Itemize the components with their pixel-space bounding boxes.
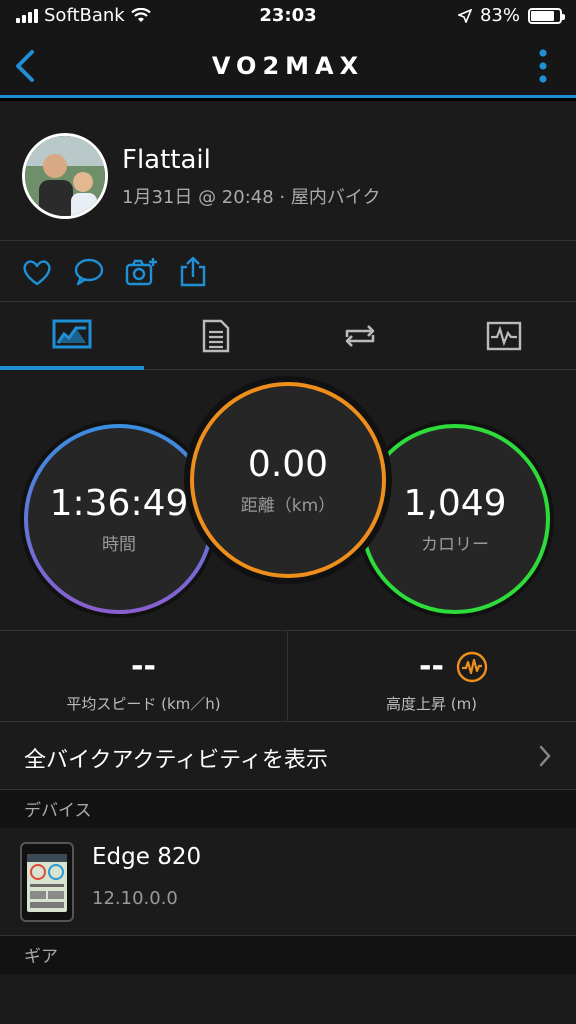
page-title: VO2MAX: [211, 52, 365, 80]
elevation-pulse-icon[interactable]: [456, 651, 488, 683]
activity-tabs: [0, 302, 576, 370]
elevation-label: 高度上昇 (m): [385, 695, 478, 713]
device-name: Edge 820: [92, 844, 202, 870]
elevation-value: --: [419, 649, 444, 684]
share-icon[interactable]: [176, 255, 210, 289]
chevron-right-icon: [539, 745, 551, 767]
all-bike-activities-link[interactable]: 全バイクアクティビティを表示: [0, 722, 576, 790]
all-bike-activities-label: 全バイクアクティビティを表示: [24, 748, 328, 773]
battery-icon: [528, 7, 565, 24]
tab-details[interactable]: [144, 302, 288, 370]
avg-speed-label: 平均スピード (km／h): [66, 695, 221, 713]
activity-meta: 1月31日 @ 20:48 · 屋内バイク: [122, 187, 381, 208]
calories-value: 1,049: [403, 483, 507, 524]
time-label: 時間: [102, 535, 136, 555]
calories-circle[interactable]: 1,049 カロリー: [360, 424, 550, 614]
tab-overview[interactable]: [0, 302, 144, 370]
laps-repeat-icon: [345, 325, 375, 347]
device-version: 12.10.0.0: [92, 888, 178, 909]
comment-icon[interactable]: [72, 255, 106, 289]
activity-header: Flattail 1月31日 @ 20:48 · 屋内バイク: [0, 101, 576, 241]
status-bar: SoftBank 23:03 83%: [0, 0, 576, 34]
elevation-stat: -- 高度上昇 (m): [288, 631, 575, 723]
summary-circles: 1:36:49 時間 1,049 カロリー 0.00 距離（km）: [0, 370, 576, 630]
tab-charts[interactable]: [432, 302, 576, 370]
avg-speed-value: --: [131, 649, 156, 684]
user-name[interactable]: Flattail: [122, 145, 211, 175]
section-header-gear: ギア: [0, 936, 576, 974]
device-image: [20, 842, 74, 922]
avatar[interactable]: [22, 133, 108, 219]
avg-speed-stat: -- 平均スピード (km／h): [0, 631, 287, 723]
more-options-icon[interactable]: [538, 48, 548, 84]
distance-value: 0.00: [247, 444, 329, 485]
time-circle[interactable]: 1:36:49 時間: [24, 424, 214, 614]
device-row[interactable]: Edge 820 12.10.0.0: [0, 828, 576, 936]
action-bar: [0, 241, 576, 302]
battery-percent: 83%: [479, 5, 520, 26]
location-arrow-icon: [457, 8, 472, 23]
gear-row[interactable]: [0, 974, 576, 1024]
charts-graph-icon: [486, 321, 522, 351]
overview-tab-icon: [52, 319, 92, 349]
calories-label: カロリー: [421, 535, 489, 555]
details-document-icon: [202, 319, 230, 353]
section-header-device: デバイス: [0, 790, 576, 828]
distance-circle[interactable]: 0.00 距離（km）: [190, 382, 386, 578]
status-right: 83%: [457, 5, 565, 26]
tab-laps[interactable]: [288, 302, 432, 370]
stats-row: -- 平均スピード (km／h) -- 高度上昇 (m): [0, 630, 576, 723]
nav-bar: VO2MAX: [0, 34, 576, 98]
distance-label: 距離（km）: [240, 496, 336, 516]
time-value: 1:36:49: [49, 483, 189, 524]
like-heart-icon[interactable]: [20, 255, 54, 289]
add-photo-camera-icon[interactable]: [124, 255, 158, 289]
